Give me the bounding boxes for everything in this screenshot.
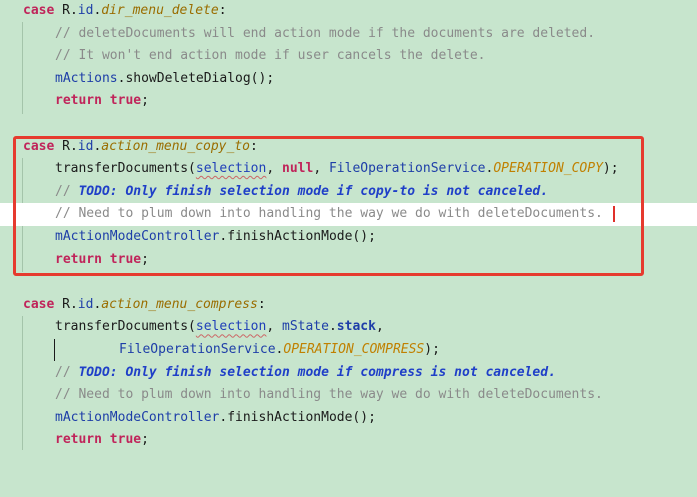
method-call: finishActionMode(); <box>227 409 376 425</box>
field-ref: mState <box>282 319 329 335</box>
return-keyword: return <box>55 432 102 448</box>
class-ref: FileOperationService <box>119 342 276 357</box>
todo-comment: TODO: Only finish selection mode if comp… <box>78 364 556 380</box>
comment: // deleteDocuments will end action mode … <box>55 25 596 41</box>
code-line[interactable]: case R.id.dir_menu_delete: <box>0 0 697 23</box>
field-ref: dir_menu_delete <box>101 3 219 18</box>
case-keyword: case <box>23 296 55 312</box>
comment: // Need to plum down into handling the w… <box>55 387 603 403</box>
code-line[interactable]: // TODO: Only finish selection mode if c… <box>0 362 697 385</box>
id-ref: id <box>77 296 94 312</box>
constant-ref: OPERATION_COMPRESS <box>283 342 425 357</box>
field-ref: action_menu_compress <box>101 296 258 312</box>
bool-literal: true <box>109 432 142 448</box>
code-line[interactable]: FileOperationService.OPERATION_COMPRESS)… <box>0 339 697 362</box>
return-keyword: return <box>55 93 102 109</box>
code-line[interactable]: // Need to plum down into handling the w… <box>0 384 697 407</box>
code-line[interactable]: return true; <box>0 90 697 113</box>
method-call: showDeleteDialog(); <box>125 70 275 86</box>
code-line[interactable]: transferDocuments(selection, mState.stac… <box>0 316 697 339</box>
code-line[interactable]: return true; <box>0 429 697 452</box>
comment: // It won't end action mode if user canc… <box>55 48 486 64</box>
code-line[interactable]: // deleteDocuments will end action mode … <box>0 23 697 46</box>
field-ref: mActionModeController <box>55 409 220 425</box>
class-ref: R <box>62 3 70 18</box>
case-keyword: case <box>23 3 55 18</box>
code-line[interactable]: case R.id.action_menu_compress: <box>0 294 697 317</box>
field-ref: stack <box>336 319 376 335</box>
code-line[interactable]: mActionModeController.finishActionMode()… <box>0 407 697 430</box>
class-ref: R <box>62 296 70 312</box>
annotation-highlight-box <box>13 136 644 276</box>
bool-literal: true <box>109 93 142 109</box>
method-call: transferDocuments( <box>55 319 196 335</box>
code-editor[interactable]: case R.id.dir_menu_delete: // deleteDocu… <box>0 0 697 465</box>
field-ref: mActions <box>55 70 118 86</box>
id-ref: id <box>77 3 94 18</box>
param-ref: selection <box>195 319 267 335</box>
code-line[interactable]: mActions.showDeleteDialog(); <box>0 68 697 91</box>
code-line[interactable]: // It won't end action mode if user canc… <box>0 45 697 68</box>
